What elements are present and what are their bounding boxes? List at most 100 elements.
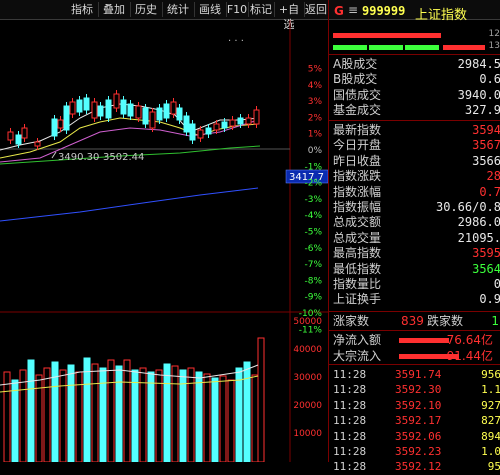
index-stat-label: 指数涨跌 [333,169,382,184]
down-strength-bar-green-3 [405,45,439,50]
candle-body [97,105,104,117]
pct-label-down: -4% [304,211,322,221]
volume-bar [19,369,27,463]
sep-3 [329,311,500,312]
chart-area[interactable]: · · · 3490.30 3502.44 3417.7 5% 4% 3% 2% 1% 0… [0,20,329,463]
candle-body [127,103,134,117]
volume-bar [115,365,123,463]
down-count-value: 1 [491,314,499,328]
index-stat-label: 总成交额 [333,215,382,230]
tick-row[interactable]: 11:28 3592.10 927 [329,398,500,413]
flow-bar [399,338,449,343]
pct-label-down: -9% [304,293,322,303]
toolbar-history-button[interactable]: 历史 [130,2,163,17]
index-stat-value: 3567 [472,138,500,153]
index-stat-value: 21095. [457,230,500,245]
candle-body [91,101,98,119]
tick-time: 11:28 [333,398,367,412]
tick-volume: 827 [481,414,500,428]
toolbar-draw-line-button[interactable]: 画线 [194,2,227,17]
candle-body [221,121,228,129]
candle-body [229,119,236,127]
toolbar-overlay-button[interactable]: 叠加 [98,2,131,17]
pct-label-down: -3% [304,195,322,205]
candle-body [51,118,58,137]
menu-icon[interactable]: ≡ [348,3,358,17]
candle-body [120,99,127,115]
volume-bar [91,363,99,463]
index-stat-value: 3566 [472,153,500,168]
candle-body [156,107,163,121]
market-stat-row: 基金成交 327.9 [329,103,500,118]
tick-row[interactable]: 11:28 3592.17 827 [329,413,500,428]
candle-body [142,107,149,125]
tick-price: 3591.74 [395,368,442,381]
toolbar-back-button[interactable]: 返回 [304,2,328,17]
volume-bar [163,363,171,463]
volume-bar [187,367,195,463]
tick-row[interactable]: 11:28 3592.30 1.1 [329,382,500,397]
down-count-label: 跌家数 [427,314,464,328]
volume-bar [107,359,115,463]
volume-bar [59,369,67,463]
candle-body [237,117,244,125]
index-stat-label: 总成交量 [333,230,382,245]
down-strength-bar-green-2 [369,45,403,50]
flow-value: 91.44亿 [446,348,493,363]
market-stat-label: 基金成交 [333,103,382,118]
volume-bar [83,357,91,463]
index-stat-value: 2986.0 [457,215,500,230]
candle-body [245,117,252,125]
volume-bar [75,371,83,463]
down-strength-bar-red [443,45,485,50]
sep-1 [329,54,500,55]
index-stat-row: 指数涨幅 0.7 [329,185,500,200]
candle-body [163,103,170,119]
tick-row[interactable]: 11:28 3591.74 956 [329,367,500,382]
market-stat-label: A股成交 [333,57,378,71]
market-stat-value: 327.9 [464,103,500,118]
toolbar-statistics-button[interactable]: 统计 [162,2,195,17]
tick-volume: 894 [481,429,500,443]
tick-price: 3592.30 [395,383,442,397]
toolbar-mark-button[interactable]: 标记 [248,2,275,17]
volume-bar [131,369,139,463]
candle-body [197,129,204,139]
volume-bar [195,371,203,463]
index-stat-row: 上证换手 0.9 [329,292,500,307]
tick-price: 3592.17 [395,414,442,428]
candle-body [7,131,14,141]
volume-scale-label: 40000 [293,345,322,355]
index-stat-label: 最低指数 [333,261,382,276]
pct-label-up: 3% [308,97,323,107]
up-count-label: 涨家数 [333,314,370,328]
index-stat-value: 3564 [472,261,500,276]
percent-axis: 5%4%3%2%1%0%-1%-2%-3%-4%-5%-6%-7%-8%-9%-… [299,65,323,336]
down-strength-bar-green-1 [333,45,367,50]
tick-row[interactable]: 11:28 3592.23 1.0 [329,444,500,459]
market-stat-value: 0.6 [479,72,500,87]
market-stat-label: 国债成交 [333,87,382,102]
index-stat-label: 上证换手 [333,292,382,307]
pct-label-down: -6% [304,244,322,254]
pct-label-up: 1% [308,130,323,140]
toolbar-add-watchlist-button[interactable]: +自选 [274,2,305,31]
kline-chart[interactable]: · · · 3490.30 3502.44 3417.7 5%4%3%2%1%0… [0,20,329,463]
toolbar-f10-button[interactable]: F10 [226,2,249,17]
volume-bar [27,359,35,463]
tick-volume: 1.0 [481,445,500,458]
index-stat-value: 28 [486,169,500,184]
toolbar-indicator-button[interactable]: 指标 [66,2,99,17]
volume-bar [219,375,227,463]
volume-bar [43,367,51,463]
tick-volume: 1.1 [481,383,500,397]
pct-label-zero: 0% [308,146,323,156]
tick-row[interactable]: 11:28 3592.06 894 [329,429,500,444]
candle-body [149,111,156,129]
index-stat-label: 最新指数 [333,123,382,137]
index-stat-label: 指数量比 [333,277,382,291]
index-stat-row: 总成交量 21095. [329,231,500,246]
candle-body [34,141,41,147]
candle-body [83,97,90,111]
index-stat-value: 30.66/0.8 [435,200,500,214]
